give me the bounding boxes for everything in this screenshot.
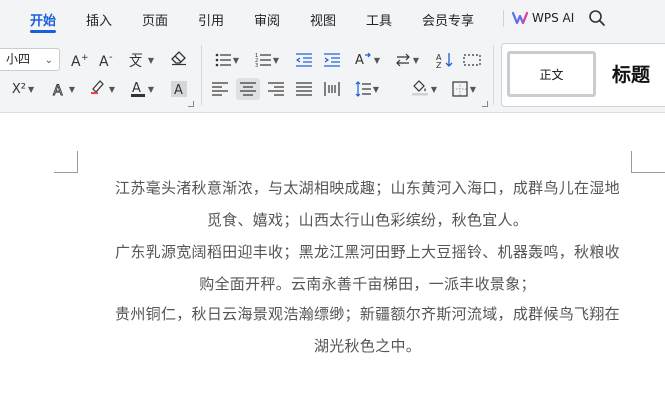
document-page[interactable]: 江苏毫头渚秋意渐浓，与太湖相映成趣；山东黄河入海口，成群鸟儿在湿地 觅食、嬉戏；… (0, 113, 665, 413)
chevron-down-icon: ▼ (372, 84, 380, 94)
crop-mark (77, 151, 78, 172)
grow-font-button[interactable]: A + (70, 49, 90, 71)
tab-view[interactable]: 视图 (310, 10, 336, 29)
font-size-value: 小四 (6, 52, 31, 66)
paragraph-line: 觅食、嬉戏；山西太行山色彩缤纷，秋色宜人。 (206, 211, 529, 229)
chevron-down-icon: ▼ (373, 55, 381, 65)
paragraph[interactable]: 江苏毫头渚秋意渐浓，与太湖相映成趣；山东黄河入海口，成群鸟儿在湿地 觅食、嬉戏；… (100, 172, 635, 236)
eraser-icon (170, 50, 188, 70)
wps-ai-icon (512, 11, 528, 25)
svg-text:A: A (174, 83, 183, 98)
char-shading-button[interactable]: A (168, 78, 190, 100)
paragraph[interactable]: 广东乳源宽阔稻田迎丰收；黑龙江黑河田野上大豆摇铃、机器轰鸣，秋粮收 购全面开秤。… (100, 236, 635, 300)
phonetic-guide-button[interactable]: 文 ▼ (126, 49, 156, 71)
crop-mark (631, 151, 632, 172)
chevron-down-icon: ▼ (27, 84, 35, 94)
char-spacing-button[interactable]: A ▼ (352, 49, 382, 71)
line-spacing-button[interactable]: ▼ (352, 78, 382, 100)
highlight-button[interactable]: ▼ (86, 78, 118, 100)
chevron-down-icon: ▼ (68, 84, 76, 94)
text-effect-button[interactable]: A ▼ (48, 78, 78, 100)
chevron-down-icon: ▼ (232, 55, 240, 65)
chevron-down-icon: ▼ (108, 84, 116, 94)
paragraph[interactable]: 贵州铜仁，秋日云海景观浩瀚缥缈；新疆额尔齐斯河流域，成群候鸟飞翔在 湖光秋色之中… (100, 298, 635, 362)
paragraph-line: 购全面开秤。云南永善千亩梯田，一派丰收景象； (199, 275, 536, 293)
borders-button[interactable]: ▼ (449, 78, 479, 100)
svg-text:A: A (355, 53, 364, 68)
paragraph-dialog-launcher[interactable] (482, 101, 488, 107)
style-heading[interactable]: 标题 (612, 60, 650, 87)
increase-indent-button[interactable] (322, 49, 342, 71)
align-center-button[interactable] (236, 78, 260, 100)
text-direction-button[interactable]: ▼ (392, 49, 422, 71)
svg-text:A: A (53, 83, 63, 97)
tab-home[interactable]: 开始 (30, 10, 56, 29)
sort-button[interactable]: AZ (434, 49, 456, 71)
font-dialog-launcher[interactable] (188, 101, 194, 107)
chevron-down-icon: ▼ (272, 55, 280, 65)
distribute-button[interactable] (322, 78, 342, 100)
decrease-indent-button[interactable] (294, 49, 314, 71)
style-normal[interactable]: 正文 (507, 51, 596, 97)
tab-page[interactable]: 页面 (142, 10, 168, 29)
chevron-down-icon: ⌄ (44, 55, 53, 66)
font-size-select[interactable]: 小四 ⌄ (0, 48, 60, 71)
svg-text:+: + (81, 53, 89, 63)
chevron-down-icon: ▼ (430, 84, 438, 94)
menu-bar: 开始 插入 页面 引用 审阅 视图 工具 会员专享 WPS AI (0, 0, 665, 37)
paragraph-line: 贵州铜仁，秋日云海景观浩瀚缥缈；新疆额尔齐斯河流域，成群候鸟飞翔在 (115, 305, 620, 323)
tab-member[interactable]: 会员专享 (422, 10, 474, 29)
wps-ai-button[interactable]: WPS AI (512, 9, 574, 27)
numbered-list-button[interactable]: 123 ▼ (252, 49, 282, 71)
paragraph-line: 广东乳源宽阔稻田迎丰收；黑龙江黑河田野上大豆摇铃、机器轰鸣，秋粮收 (115, 243, 620, 261)
align-right-button[interactable] (266, 78, 286, 100)
svg-text:3: 3 (255, 63, 258, 67)
paragraph-line: 湖光秋色之中。 (313, 337, 422, 355)
clear-format-button[interactable] (168, 49, 190, 71)
search-icon[interactable] (588, 9, 606, 27)
svg-text:A: A (132, 81, 141, 96)
chevron-down-icon: ▼ (469, 84, 477, 94)
svg-text:A: A (71, 54, 81, 68)
svg-text:文: 文 (129, 55, 142, 68)
svg-text:-: - (109, 52, 113, 63)
paint-bucket-icon (411, 78, 429, 100)
chevron-down-icon: ▼ (412, 55, 420, 65)
paragraph-shading-button[interactable]: ▼ (408, 78, 440, 100)
tab-insert[interactable]: 插入 (86, 10, 112, 29)
align-left-button[interactable] (210, 78, 230, 100)
svg-text:Z: Z (436, 61, 442, 68)
bullet-list-button[interactable]: ▼ (212, 49, 242, 71)
highlighter-icon (89, 78, 107, 100)
tab-review[interactable]: 审阅 (254, 10, 280, 29)
tab-tools[interactable]: 工具 (366, 10, 392, 29)
ribbon-group-divider (493, 45, 494, 105)
tab-references[interactable]: 引用 (198, 10, 224, 29)
crop-mark (631, 172, 665, 173)
ribbon-group-divider (201, 45, 202, 105)
svg-text:A: A (99, 54, 109, 68)
superscript-button[interactable]: X² ▼ (8, 78, 38, 100)
chevron-down-icon: ▼ (147, 84, 155, 94)
paragraph-line: 江苏毫头渚秋意渐浓，与太湖相映成趣；山东黄河入海口，成群鸟儿在湿地 (115, 179, 620, 197)
chevron-down-icon: ▼ (147, 55, 155, 65)
show-marks-button[interactable] (461, 49, 483, 71)
shrink-font-button[interactable]: A- (98, 49, 118, 71)
ribbon-toolbar: 小四 ⌄ A + A- 文 ▼ X² ▼ A ▼ ▼ A ▼ A ▼ 1 2 3… (0, 37, 665, 113)
font-color-button[interactable]: A ▼ (126, 78, 158, 100)
menu-divider (503, 10, 504, 27)
crop-mark (54, 172, 78, 173)
justify-button[interactable] (294, 78, 314, 100)
wps-ai-label: WPS AI (532, 11, 575, 25)
style-gallery: 正文 标题 (501, 43, 665, 107)
superscript-icon: X² (11, 81, 26, 97)
active-tab-indicator (30, 30, 56, 33)
